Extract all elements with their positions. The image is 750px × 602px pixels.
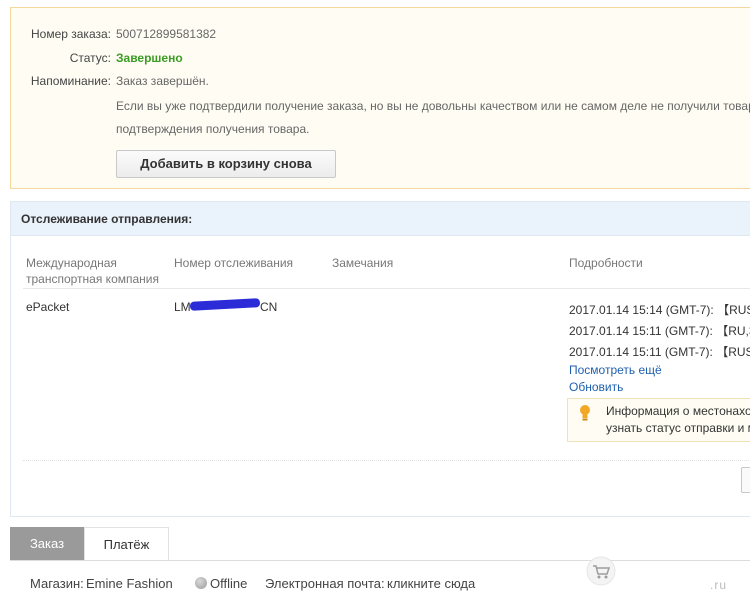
column-header-tracking-number: Номер отслеживания	[174, 256, 294, 270]
tab-payment[interactable]: Платёж	[84, 527, 169, 561]
email-link[interactable]: кликните сюда	[387, 576, 475, 591]
column-header-company-line2: транспортная компания	[26, 272, 159, 286]
reminder-text-line2: Если вы уже подтвердили получение заказа…	[116, 99, 750, 113]
table-divider	[23, 288, 750, 289]
info-text-line1: Информация о местонахо	[606, 404, 750, 418]
tracking-event-3: 2017.01.14 15:11 (GMT-7): 【RUS	[569, 345, 750, 359]
column-header-company-line1: Международная	[26, 256, 117, 270]
shop-label: Магазин:	[30, 576, 84, 591]
tracking-title: Отслеживание отправления:	[21, 212, 193, 226]
refresh-link[interactable]: Обновить	[569, 380, 623, 394]
dotted-divider	[23, 460, 750, 461]
watermark: .ru	[710, 578, 728, 592]
lightbulb-icon	[580, 405, 590, 421]
status-value: Завершено	[116, 51, 183, 65]
column-header-details: Подробности	[569, 256, 643, 270]
carrier-name: ePacket	[26, 300, 70, 314]
add-to-cart-again-button[interactable]: Добавить в корзину снова	[116, 150, 336, 178]
order-number-value: 500712899581382	[116, 27, 217, 41]
tracking-event-2: 2017.01.14 15:11 (GMT-7): 【RU,3	[569, 324, 750, 338]
tracking-number-suffix: CN	[260, 300, 278, 314]
tracking-panel: Отслеживание отправления: Международная …	[10, 201, 750, 517]
shop-name-link[interactable]: Emine Fashion	[86, 576, 173, 591]
order-info-panel: Номер заказа: 500712899581382 Статус: За…	[10, 7, 750, 189]
tab-order[interactable]: Заказ	[10, 527, 84, 561]
reminder-text-line3: подтверждения получения товара.	[116, 122, 310, 136]
tracking-event-1: 2017.01.14 15:14 (GMT-7): 【RUS	[569, 303, 750, 317]
tracking-header: Отслеживание отправления:	[11, 202, 750, 236]
reminder-label: Напоминание:	[30, 74, 111, 88]
status-label: Статус:	[69, 51, 111, 65]
location-info-box: Информация о местонахо узнать статус отп…	[567, 398, 750, 442]
email-label: Электронная почта:	[265, 576, 385, 591]
offline-status-icon	[195, 577, 207, 589]
reminder-text: Заказ завершён.	[116, 74, 209, 88]
info-text-line2: узнать статус отправки и м	[606, 421, 750, 435]
seller-footer: Магазин: Emine Fashion Offline Электронн…	[0, 561, 750, 602]
offline-status-link[interactable]: Offline	[210, 576, 247, 591]
column-header-company: Международная транспортная компания	[26, 255, 159, 287]
partial-button[interactable]	[741, 467, 750, 493]
cart-icon[interactable]	[586, 556, 616, 586]
see-more-link[interactable]: Посмотреть ещё	[569, 363, 662, 377]
tracking-number-prefix: LM	[174, 300, 191, 314]
column-header-notes: Замечания	[332, 256, 394, 270]
order-number-label: Номер заказа:	[30, 27, 111, 41]
